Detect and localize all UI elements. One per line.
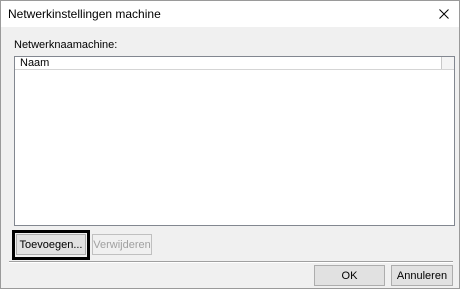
close-button[interactable] [429, 1, 459, 27]
column-header-name[interactable]: Naam [15, 57, 454, 69]
ok-button[interactable]: OK [314, 265, 385, 286]
button-separator [9, 261, 453, 263]
list-header: Naam [15, 57, 454, 70]
network-name-label: Netwerknaamachine: [14, 39, 118, 51]
dialog-window: Netwerkinstellingen machine Netwerknaama… [0, 0, 460, 289]
remove-button[interactable]: Verwijderen [92, 234, 152, 255]
window-title: Netwerkinstellingen machine [8, 7, 161, 21]
header-filler [441, 57, 454, 69]
close-icon [439, 9, 449, 19]
title-bar: Netwerkinstellingen machine [1, 1, 459, 27]
highlight-frame [12, 230, 90, 260]
dialog-content: Netwerknaamachine: Naam Toevoegen... Ver… [1, 27, 459, 288]
cancel-button[interactable]: Annuleren [391, 265, 453, 286]
machine-list[interactable]: Naam [14, 56, 455, 226]
